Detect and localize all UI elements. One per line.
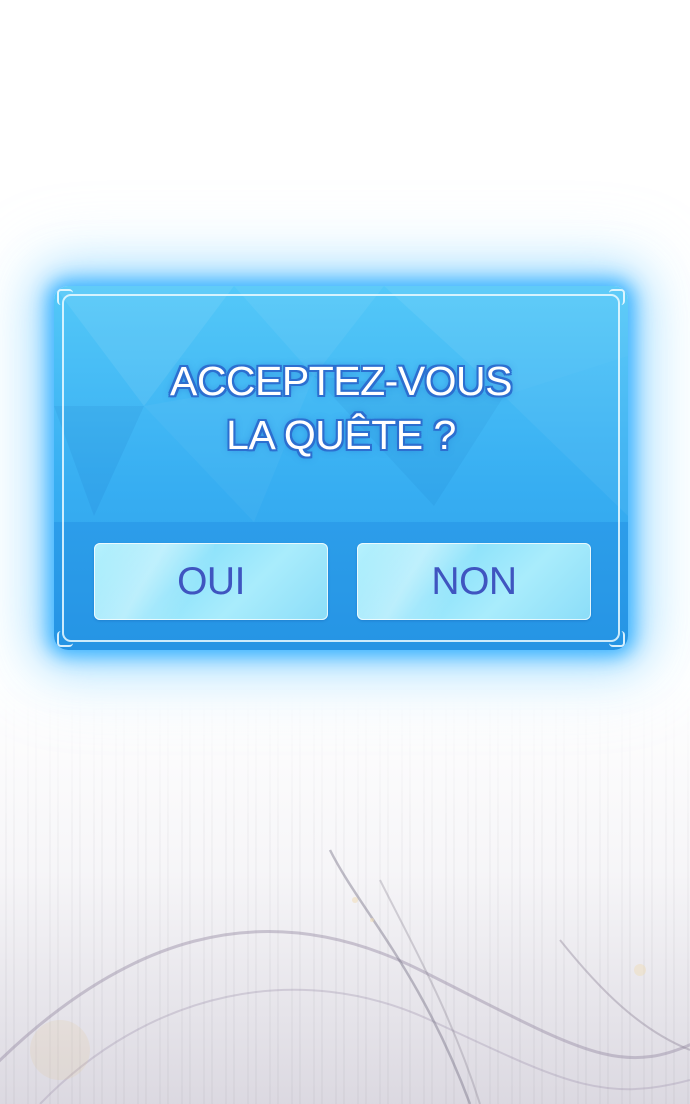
quest-question: ACCEPTEZ-VOUS LA QUÊTE ? bbox=[54, 354, 628, 462]
no-button-label: NON bbox=[431, 559, 517, 603]
yes-button[interactable]: OUI bbox=[94, 543, 328, 620]
frame-corner bbox=[609, 289, 625, 305]
yes-button-label: OUI bbox=[177, 559, 245, 603]
no-button[interactable]: NON bbox=[357, 543, 591, 620]
background-swirls bbox=[0, 849, 690, 1104]
frame-corner bbox=[57, 631, 73, 647]
frame-corner bbox=[57, 289, 73, 305]
question-line-2: LA QUÊTE ? bbox=[226, 412, 456, 458]
question-line-1: ACCEPTEZ-VOUS bbox=[169, 358, 513, 404]
frame-corner bbox=[609, 631, 625, 647]
quest-dialog: ACCEPTEZ-VOUS LA QUÊTE ? OUI NON bbox=[54, 286, 628, 650]
